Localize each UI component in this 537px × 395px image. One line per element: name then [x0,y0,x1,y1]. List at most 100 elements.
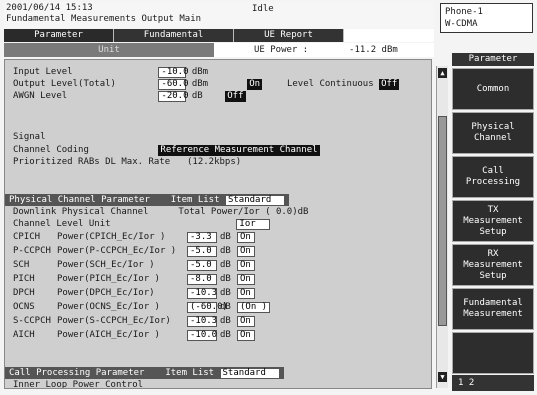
channel-coding-row: Channel Coding Reference Measurement Cha… [13,145,320,156]
channel-power-field[interactable]: -8.0 [187,274,217,285]
phys-item-list-field[interactable]: Standard [224,195,285,206]
output-level-label: Output Level(Total) [13,79,116,89]
softkey-call-processing[interactable]: Call Processing [452,156,534,198]
softkey-common[interactable]: Common [452,68,534,110]
channel-name: PICH [13,274,35,284]
channel-state-toggle[interactable]: On [237,232,255,243]
header-row: Unit UE Power : -11.2 dBm [4,43,434,57]
channel-row: PICH Power(PICH_Ec/Ior ) -8.0 dB On [13,274,255,285]
channel-state-toggle[interactable]: On [237,330,255,341]
rab-rate-row: Prioritized RABs DL Max. Rate (12.2kbps) [13,157,241,168]
channel-state-toggle[interactable]: On [237,288,255,299]
channel-power-unit: dB [220,274,231,284]
call-processing-section: Call Processing Parameter Item List Stan… [5,367,284,379]
channel-power-field[interactable]: -10.3 [187,316,217,327]
scroll-thumb[interactable] [438,116,447,326]
channel-state-toggle[interactable]: On [237,246,255,257]
channel-state-toggle[interactable]: On [237,260,255,271]
channel-power-label: Power(AICH_Ec/Ior ) [57,330,160,340]
ue-power-label: UE Power : [254,45,309,55]
parameter-panel: Input Level -10.0 dBm Output Level(Total… [4,59,432,389]
channel-level-unit-field[interactable]: Ior [236,219,271,230]
scroll-down-icon[interactable]: ▼ [438,372,447,382]
softkey-title: Parameter [452,53,534,66]
awgn-state-toggle[interactable]: Off [225,91,246,102]
awgn-level-unit: dB [191,91,203,101]
awgn-level-label: AWGN Level [13,91,68,101]
channel-state-toggle[interactable]: (On ) [237,302,271,313]
tab-ue-report[interactable]: UE Report [234,29,344,42]
channel-power-unit: dB [220,316,231,326]
vertical-scrollbar[interactable]: ▲ ▼ [436,66,448,388]
channel-power-field[interactable]: (-60.0) [187,302,228,313]
tab-spacer [344,29,434,42]
softkey-tx-measurement-setup[interactable]: TX Measurement Setup [452,200,534,242]
channel-power-label: Power(OCNS_Ec/Ior ) [57,302,160,312]
channel-name: OCNS [13,302,35,312]
channel-power-unit: dB [220,330,231,340]
channel-name: SCH [13,260,30,270]
screen-subtitle: Fundamental Measurements Output Main [6,14,202,24]
channel-name: AICH [13,330,35,340]
instrument-screen: 2001/06/14 15:13 Fundamental Measurement… [0,0,537,395]
channel-power-unit: dB [220,232,231,242]
tab-fundamental[interactable]: Fundamental [114,29,234,42]
input-level-field[interactable]: -10.0 [158,67,189,78]
channel-coding-field[interactable]: Reference Measurement Channel [158,145,320,156]
channel-power-field[interactable]: -5.0 [187,260,217,271]
channel-name: DPCH [13,288,35,298]
title-bar: 2001/06/14 15:13 Fundamental Measurement… [4,2,434,28]
unit-header: Unit [4,43,214,57]
channel-power-unit: dB [220,302,231,312]
channel-row: CPICH Power(CPICH_Ec/Ior ) -3.3 dB On [13,232,255,243]
level-continuous-toggle[interactable]: Off [379,79,400,90]
channel-state-toggle[interactable]: On [237,274,255,285]
system-name: W-CDMA [445,19,478,29]
input-level-row: Input Level -10.0 dBm [13,67,208,78]
page-indicator[interactable]: 1 2 [452,375,534,391]
channel-power-label: Power(DPCH_Ec/Ior) [57,288,155,298]
softkey-rx-measurement-setup[interactable]: RX Measurement Setup [452,244,534,286]
softkey-panel: Parameter Common Physical Channel Call Pro… [452,53,534,389]
channel-level-unit-label: Channel Level Unit [13,219,111,229]
softkey-fundamental-measurement[interactable]: Fundamental Measurement [452,288,534,330]
softkey-blank[interactable] [452,332,534,374]
datetime: 2001/06/14 15:13 [6,3,93,13]
channel-row: DPCH Power(DPCH_Ec/Ior) -10.3 dB On [13,288,255,299]
softkey-physical-channel[interactable]: Physical Channel [452,112,534,154]
awgn-level-field[interactable]: -20.0 [158,91,189,102]
input-level-label: Input Level [13,67,73,77]
channel-power-label: Power(P-CCPCH_Ec/Ior ) [57,246,177,256]
output-level-field[interactable]: -60.0 [158,79,189,90]
signal-section-label: Signal [13,132,46,142]
callproc-item-list-field[interactable]: Standard [219,368,280,379]
tab-parameter[interactable]: Parameter [4,29,114,42]
channel-power-field[interactable]: -10.3 [187,288,217,299]
channel-row: P-CCPCH Power(P-CCPCH_Ec/Ior ) -5.0 dB On [13,246,255,257]
channel-level-unit-row: Channel Level Unit Ior [13,219,271,230]
channel-power-unit: dB [220,288,231,298]
callproc-item-list-label: Item List [165,368,215,378]
rab-rate-label: Prioritized RABs DL Max. Rate [13,157,171,167]
channel-power-label: Power(S-CCPCH_Ec/Ior) [57,316,171,326]
channel-power-field[interactable]: -5.0 [187,246,217,257]
channel-power-unit: dB [220,246,231,256]
call-processing-title: Call Processing Parameter [9,368,145,378]
total-power-label: Total Power/Ior ( 0.0)dB [178,207,309,217]
channel-state-toggle[interactable]: On [237,316,255,327]
channel-row: SCH Power(SCH_Ec/Ior ) -5.0 dB On [13,260,255,271]
channel-row: S-CCPCH Power(S-CCPCH_Ec/Ior) -10.3 dB On [13,316,255,327]
ue-power-value: -11.2 dBm [349,45,398,55]
level-continuous-label: Level Continuous [286,79,374,89]
channel-power-label: Power(CPICH_Ec/Ior ) [57,232,166,242]
channel-power-field[interactable]: -3.3 [187,232,217,243]
phone-name: Phone-1 [445,7,483,17]
rab-rate-value: (12.2kbps) [186,157,242,167]
input-level-unit: dBm [191,67,209,77]
awgn-level-row: AWGN Level -20.0 dB Off [13,91,246,102]
output-state-toggle[interactable]: On [247,79,263,90]
channel-power-field[interactable]: -10.0 [187,330,217,341]
scroll-up-icon[interactable]: ▲ [438,68,447,78]
status-text: Idle [252,4,274,14]
channel-name: S-CCPCH [13,316,51,326]
